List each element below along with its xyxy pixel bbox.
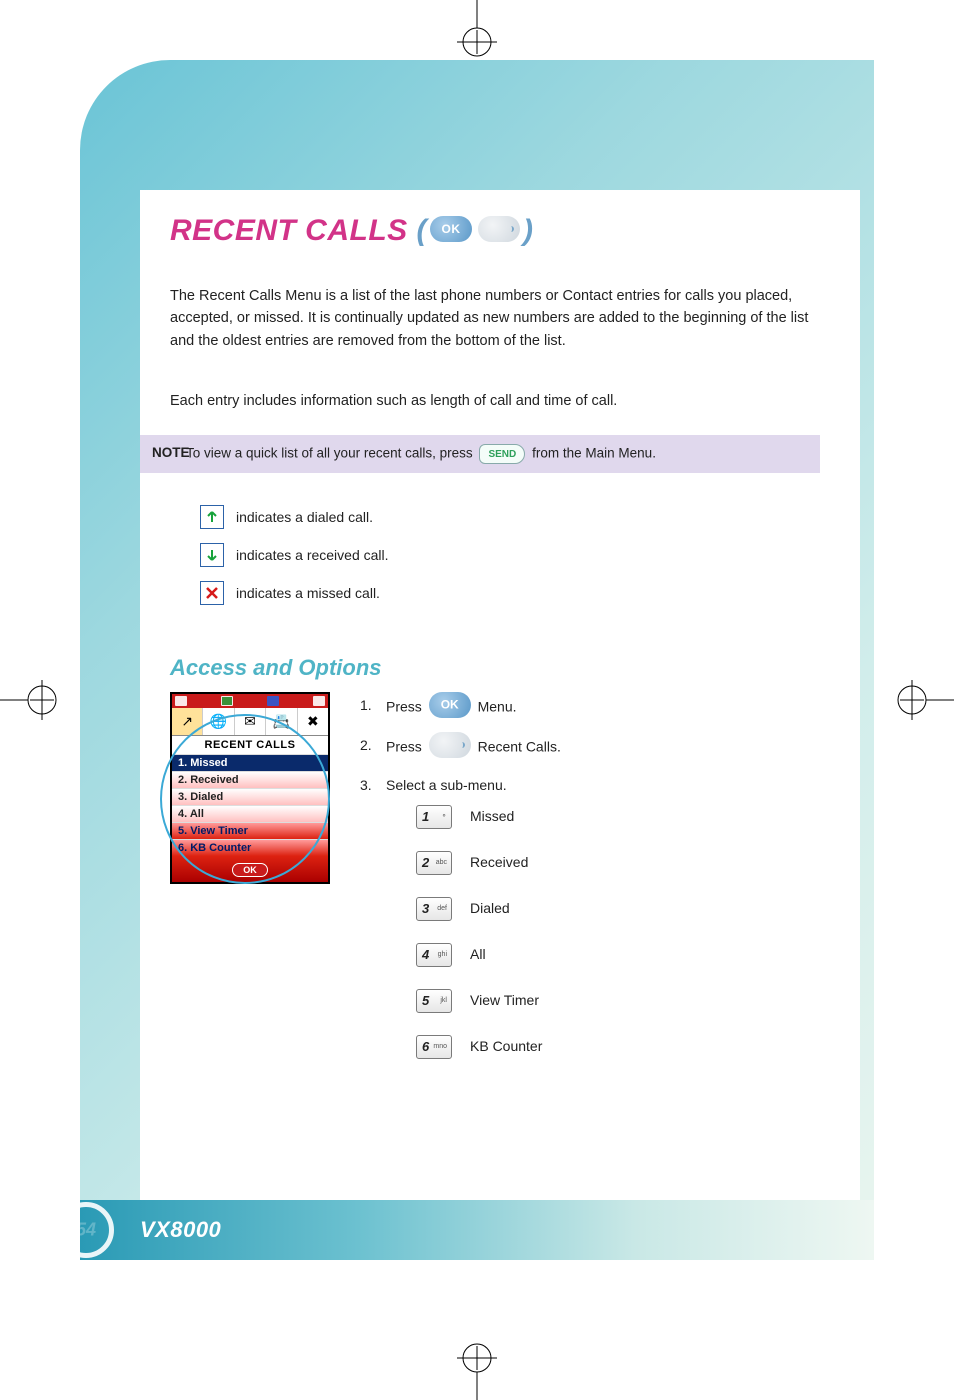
crop-mark-bottom [417, 1340, 537, 1400]
phone-status-bar [172, 694, 328, 708]
step-number: 2. [360, 735, 378, 757]
keypad-6-icon: 6mno [416, 1035, 452, 1059]
send-button-icon: SEND [479, 444, 525, 464]
keypad-3-icon: 3def [416, 897, 452, 921]
icon-legend: indicates a dialed call. indicates a rec… [200, 505, 389, 619]
phone-tab-tools-icon: ✖ [298, 708, 328, 735]
keypad-5-icon: 5jkl [416, 989, 452, 1013]
heading-paren-close: ) [523, 214, 534, 247]
crop-mark-right [894, 640, 954, 760]
sub-option-label: Dialed [470, 898, 510, 920]
keypad-2-icon: 2abc [416, 851, 452, 875]
blank-pill-icon [429, 732, 471, 758]
sub-option-label: KB Counter [470, 1036, 542, 1058]
legend-missed-text: indicates a missed call. [236, 585, 380, 601]
sub-option-label: View Timer [470, 990, 539, 1012]
sub-option-label: Received [470, 852, 528, 874]
heading-paren-open: ( [417, 214, 428, 247]
sub-option-label: All [470, 944, 486, 966]
note-label: NOTE [152, 444, 190, 463]
sub-option: 3def Dialed [416, 897, 820, 921]
phone-tab-arrow-icon: ↗ [172, 708, 203, 735]
step-2-text-after: Recent Calls. [478, 739, 561, 755]
received-call-icon [200, 543, 224, 567]
sub-options-list: 1⚬ Missed 2abc Received 3def Dialed 4ghi… [416, 805, 820, 1059]
page-footer: 54 VX8000 [80, 1200, 874, 1260]
heading-title: RECENT CALLS [170, 214, 408, 247]
legend-row-received: indicates a received call. [200, 543, 389, 567]
phone-screenshot: ↗ 🌐 ✉ 📇 ✖ RECENT CALLS 1. Missed 2. Rece… [170, 692, 335, 884]
phone-menu-list: 1. Missed 2. Received 3. Dialed 4. All 5… [172, 754, 328, 856]
legend-dialed-text: indicates a dialed call. [236, 509, 373, 525]
phone-list-header: RECENT CALLS [172, 736, 328, 754]
step-2: 2. Press Recent Calls. [360, 735, 820, 761]
legend-row-dialed: indicates a dialed call. [200, 505, 389, 529]
sub-option-label: Missed [470, 806, 514, 828]
ok-pill-icon [429, 692, 471, 718]
phone-menu-item: 5. View Timer [172, 822, 328, 839]
note-text-before: To view a quick list of all your recent … [186, 446, 476, 461]
phone-softkey-bar: OK [172, 856, 328, 882]
phone-menu-item: 2. Received [172, 771, 328, 788]
phone-tab-card-icon: 📇 [266, 708, 297, 735]
intro-paragraph: The Recent Calls Menu is a list of the l… [170, 285, 830, 352]
step-1-text-before: Press [386, 699, 426, 715]
note-text-after: from the Main Menu. [532, 446, 656, 461]
step-1: 1. Press Menu. [360, 695, 820, 721]
legend-row-missed: indicates a missed call. [200, 581, 389, 605]
model-label: VX8000 [140, 1217, 221, 1243]
keypad-4-icon: 4ghi [416, 943, 452, 967]
phone-ok-softkey: OK [232, 863, 268, 877]
content-panel: RECENT CALLS () The Recent Calls Menu is… [140, 190, 860, 1240]
crop-mark-top [417, 0, 537, 60]
section-heading: Access and Options [170, 655, 382, 681]
step-number: 3. [360, 775, 378, 797]
note-box: NOTE To view a quick list of all your re… [140, 435, 820, 473]
phone-tab-globe-icon: 🌐 [203, 708, 234, 735]
step-3: 3. Select a sub-menu. [360, 775, 820, 797]
phone-menu-item: 1. Missed [172, 754, 328, 771]
phone-menu-item: 4. All [172, 805, 328, 822]
page-background: RECENT CALLS () The Recent Calls Menu is… [80, 60, 874, 1260]
sub-option: 4ghi All [416, 943, 820, 967]
step-3-text: Select a sub-menu. [386, 775, 507, 797]
sub-paragraph: Each entry includes information such as … [170, 390, 830, 412]
keypad-1-icon: 1⚬ [416, 805, 452, 829]
phone-tab-mail-icon: ✉ [235, 708, 266, 735]
sub-option: 5jkl View Timer [416, 989, 820, 1013]
step-number: 1. [360, 695, 378, 717]
page-number: 54 [76, 1220, 96, 1241]
ok-pill-icon [430, 216, 472, 242]
crop-mark-left [0, 640, 60, 760]
phone-tabs: ↗ 🌐 ✉ 📇 ✖ [172, 708, 328, 736]
sub-option: 6mno KB Counter [416, 1035, 820, 1059]
step-1-text-after: Menu. [478, 699, 517, 715]
instructions: 1. Press Menu. 2. Press Recent Calls. 3.… [360, 695, 820, 1081]
blank-pill-icon [478, 216, 520, 242]
phone-menu-item: 6. KB Counter [172, 839, 328, 856]
sub-option: 2abc Received [416, 851, 820, 875]
phone-menu-item: 3. Dialed [172, 788, 328, 805]
missed-call-icon [200, 581, 224, 605]
sub-option: 1⚬ Missed [416, 805, 820, 829]
dialed-call-icon [200, 505, 224, 529]
legend-received-text: indicates a received call. [236, 547, 389, 563]
step-2-text-before: Press [386, 739, 426, 755]
page-heading: RECENT CALLS () [170, 214, 534, 248]
